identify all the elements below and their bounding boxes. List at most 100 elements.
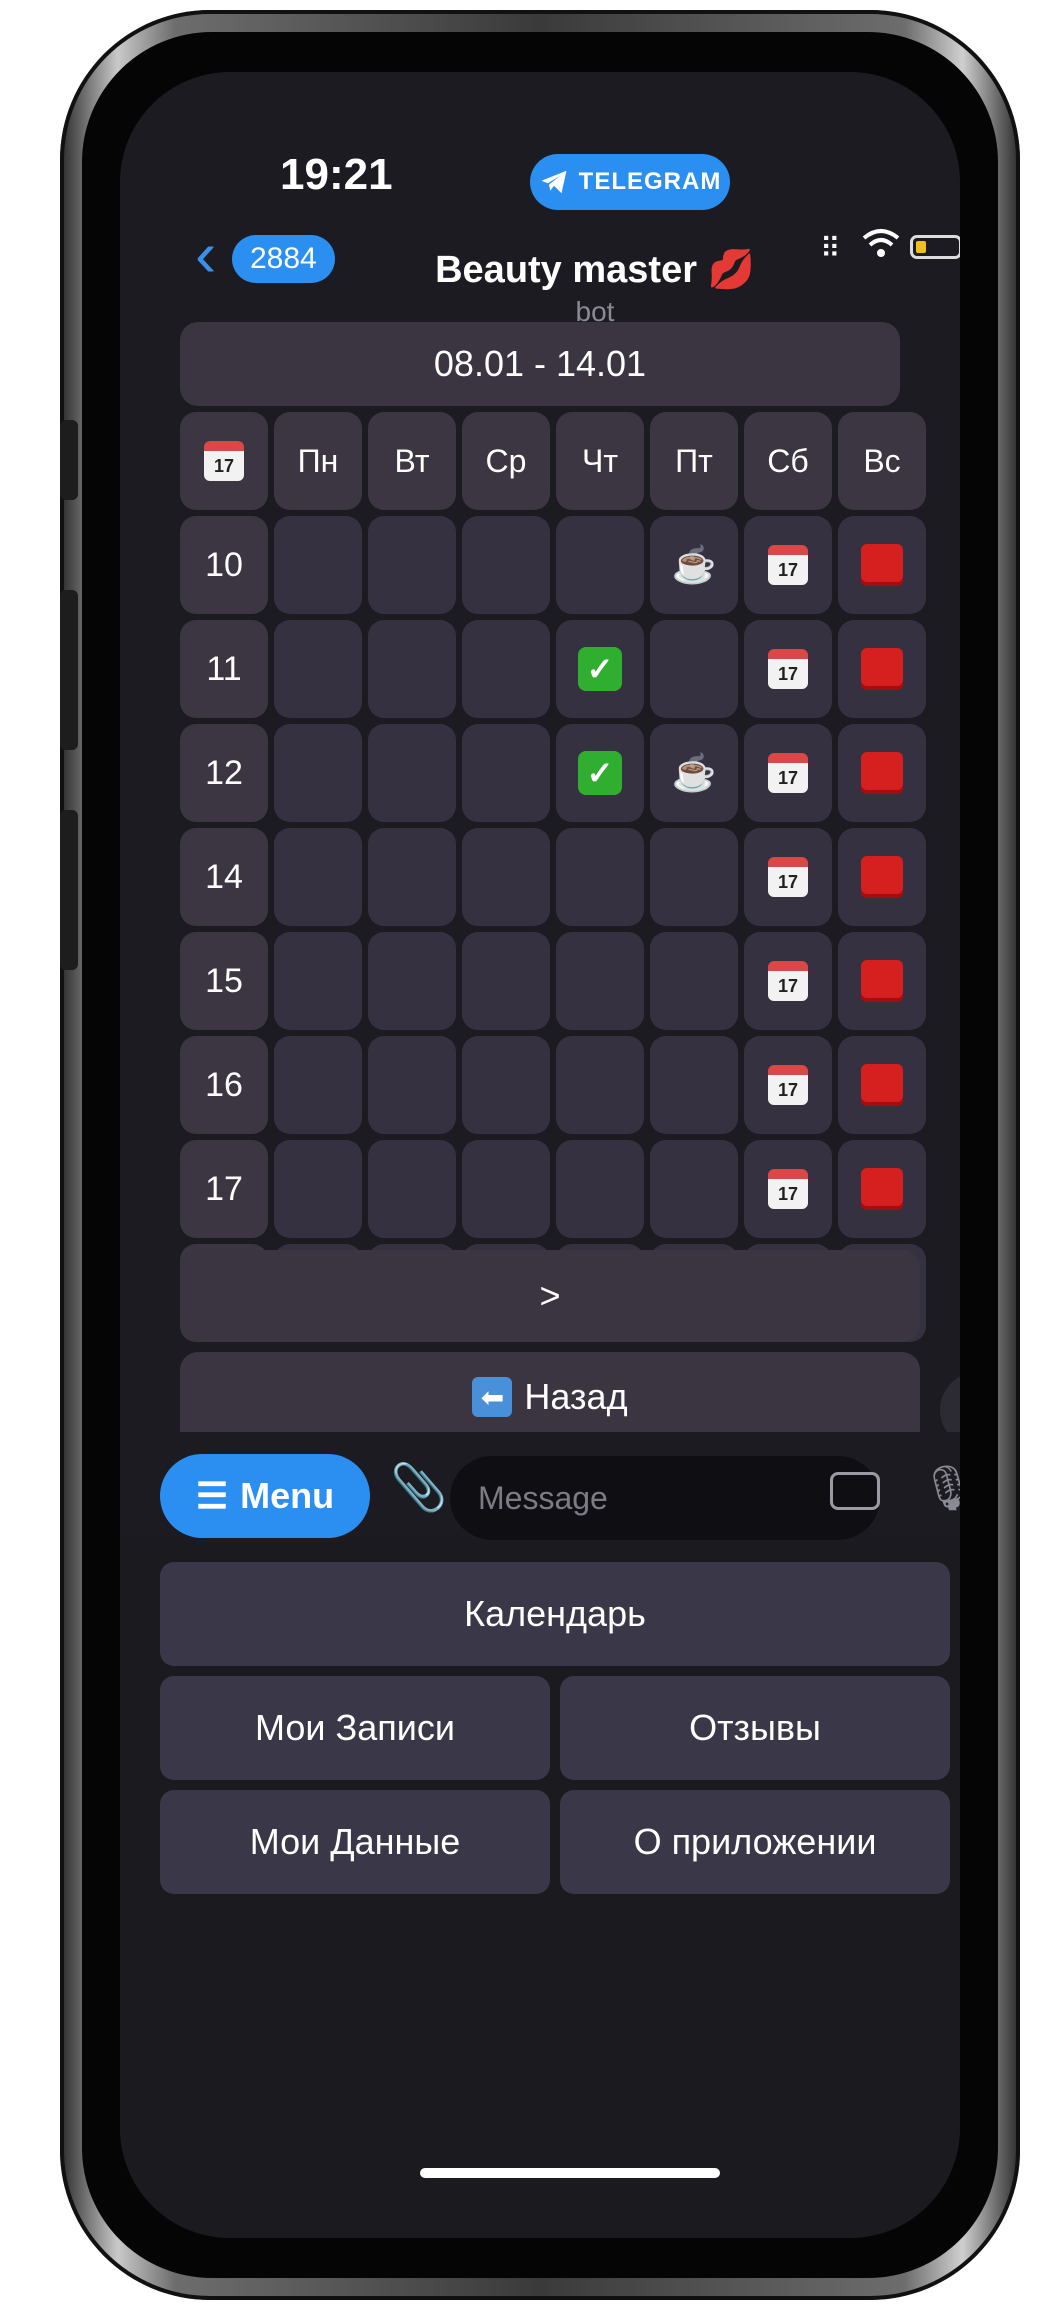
side-button-mute bbox=[60, 420, 78, 500]
slot-cell[interactable] bbox=[462, 724, 550, 822]
slot-cell[interactable] bbox=[462, 1036, 550, 1134]
slot-cell[interactable] bbox=[650, 1036, 738, 1134]
slot-cell[interactable] bbox=[368, 516, 456, 614]
slot-cell[interactable] bbox=[556, 1140, 644, 1238]
slot-cell[interactable] bbox=[838, 620, 926, 718]
calendar-icon: 17 bbox=[768, 1169, 808, 1209]
slot-cell[interactable] bbox=[838, 724, 926, 822]
slot-cell[interactable] bbox=[838, 932, 926, 1030]
back-unread-badge[interactable]: 2884 bbox=[232, 235, 335, 283]
slot-cell[interactable]: ☕ bbox=[650, 724, 738, 822]
menu-icon: ☰ bbox=[195, 1475, 229, 1516]
slot-cell[interactable] bbox=[650, 932, 738, 1030]
slot-cell[interactable] bbox=[368, 932, 456, 1030]
telegram-label: TELEGRAM bbox=[578, 168, 722, 195]
slot-cell[interactable] bbox=[462, 1140, 550, 1238]
back-button[interactable]: ⬅ Назад bbox=[180, 1352, 920, 1442]
slot-cell[interactable]: ☕ bbox=[650, 516, 738, 614]
phone-frame: 19:21 TELEGRAM ⠿ ‹ 2884 Beauty master 💋 … bbox=[60, 10, 1020, 2300]
red-square-icon bbox=[861, 856, 903, 898]
slot-cell[interactable] bbox=[462, 932, 550, 1030]
coffee-icon: ☕ bbox=[671, 544, 717, 585]
slot-cell[interactable] bbox=[556, 828, 644, 926]
red-square-icon bbox=[861, 752, 903, 794]
calendar-icon: 17 bbox=[768, 857, 808, 897]
day-header: Ср bbox=[462, 412, 550, 510]
day-header: Сб bbox=[744, 412, 832, 510]
slot-cell[interactable] bbox=[462, 620, 550, 718]
slot-cell[interactable]: 17 bbox=[744, 932, 832, 1030]
day-header: Чт bbox=[556, 412, 644, 510]
red-square-icon bbox=[861, 544, 903, 586]
slot-cell[interactable] bbox=[368, 620, 456, 718]
my-bookings-button[interactable]: Мои Записи bbox=[160, 1676, 550, 1780]
status-time: 19:21 bbox=[280, 150, 393, 199]
back-chevron-icon[interactable]: ‹ bbox=[195, 222, 216, 286]
side-button-volume-down bbox=[60, 810, 78, 970]
slot-cell[interactable]: 17 bbox=[744, 828, 832, 926]
slot-cell[interactable] bbox=[462, 828, 550, 926]
my-data-button[interactable]: Мои Данные bbox=[160, 1790, 550, 1894]
slot-cell[interactable] bbox=[650, 828, 738, 926]
next-week-button[interactable]: > bbox=[180, 1250, 920, 1342]
slot-cell[interactable] bbox=[838, 828, 926, 926]
microphone-icon[interactable]: 🎙 bbox=[920, 1462, 960, 1514]
slot-cell[interactable]: 17 bbox=[744, 1140, 832, 1238]
slot-cell[interactable] bbox=[368, 724, 456, 822]
week-range-button[interactable]: 08.01 - 14.01 bbox=[180, 322, 900, 406]
slot-cell[interactable] bbox=[368, 828, 456, 926]
calendar-button[interactable]: Календарь bbox=[160, 1562, 950, 1666]
slot-cell[interactable]: ✓ bbox=[556, 724, 644, 822]
slot-cell[interactable]: 17 bbox=[744, 1036, 832, 1134]
input-bar: ☰ Menu 📎 🎙 bbox=[120, 1432, 960, 1542]
keyboard-icon[interactable] bbox=[830, 1472, 880, 1510]
back-arrow-icon: ⬅ bbox=[472, 1377, 513, 1417]
time-slot-label: 11 bbox=[180, 620, 268, 718]
slot-cell[interactable] bbox=[368, 1036, 456, 1134]
slot-cell[interactable]: ✓ bbox=[556, 620, 644, 718]
slot-cell[interactable] bbox=[274, 1140, 362, 1238]
reviews-button[interactable]: Отзывы bbox=[560, 1676, 950, 1780]
slot-cell[interactable] bbox=[556, 1036, 644, 1134]
chat-title[interactable]: Beauty master 💋 bbox=[360, 248, 830, 292]
screen: 19:21 TELEGRAM ⠿ ‹ 2884 Beauty master 💋 … bbox=[120, 72, 960, 2238]
slot-cell[interactable] bbox=[274, 724, 362, 822]
slot-cell[interactable] bbox=[838, 1036, 926, 1134]
wifi-icon bbox=[862, 229, 900, 257]
attach-icon[interactable]: 📎 bbox=[390, 1460, 447, 1515]
slot-cell[interactable] bbox=[556, 932, 644, 1030]
slot-cell[interactable] bbox=[650, 620, 738, 718]
red-square-icon bbox=[861, 1064, 903, 1106]
time-slot-label: 10 bbox=[180, 516, 268, 614]
calendar-icon: 17 bbox=[768, 1065, 808, 1105]
slot-cell[interactable] bbox=[274, 1036, 362, 1134]
slot-cell[interactable] bbox=[556, 516, 644, 614]
red-square-icon bbox=[861, 648, 903, 690]
menu-button[interactable]: ☰ Menu bbox=[160, 1454, 370, 1538]
home-indicator bbox=[420, 2168, 720, 2178]
slot-cell[interactable]: 17 bbox=[744, 724, 832, 822]
slot-cell[interactable] bbox=[274, 620, 362, 718]
slot-cell[interactable] bbox=[838, 1140, 926, 1238]
slot-cell[interactable]: 17 bbox=[744, 620, 832, 718]
slot-cell[interactable] bbox=[838, 516, 926, 614]
about-button[interactable]: О приложении bbox=[560, 1790, 950, 1894]
slot-cell[interactable]: 17 bbox=[744, 516, 832, 614]
slot-cell[interactable] bbox=[274, 516, 362, 614]
coffee-icon: ☕ bbox=[671, 752, 717, 793]
reply-keyboard: Календарь Мои Записи Отзывы Мои Данные О… bbox=[120, 1542, 960, 2238]
time-slot-label: 15 bbox=[180, 932, 268, 1030]
calendar-icon: 17 bbox=[768, 545, 808, 585]
slot-cell[interactable] bbox=[274, 828, 362, 926]
slot-cell[interactable] bbox=[368, 1140, 456, 1238]
day-header: Вс bbox=[838, 412, 926, 510]
slot-cell[interactable] bbox=[650, 1140, 738, 1238]
telegram-pill[interactable]: TELEGRAM bbox=[530, 154, 730, 210]
telegram-icon bbox=[541, 170, 567, 194]
calendar-icon: 17 bbox=[768, 753, 808, 793]
message-input[interactable] bbox=[450, 1456, 880, 1540]
time-slot-label: 17 bbox=[180, 1140, 268, 1238]
calendar-icon: 17 bbox=[204, 441, 244, 481]
slot-cell[interactable] bbox=[274, 932, 362, 1030]
slot-cell[interactable] bbox=[462, 516, 550, 614]
